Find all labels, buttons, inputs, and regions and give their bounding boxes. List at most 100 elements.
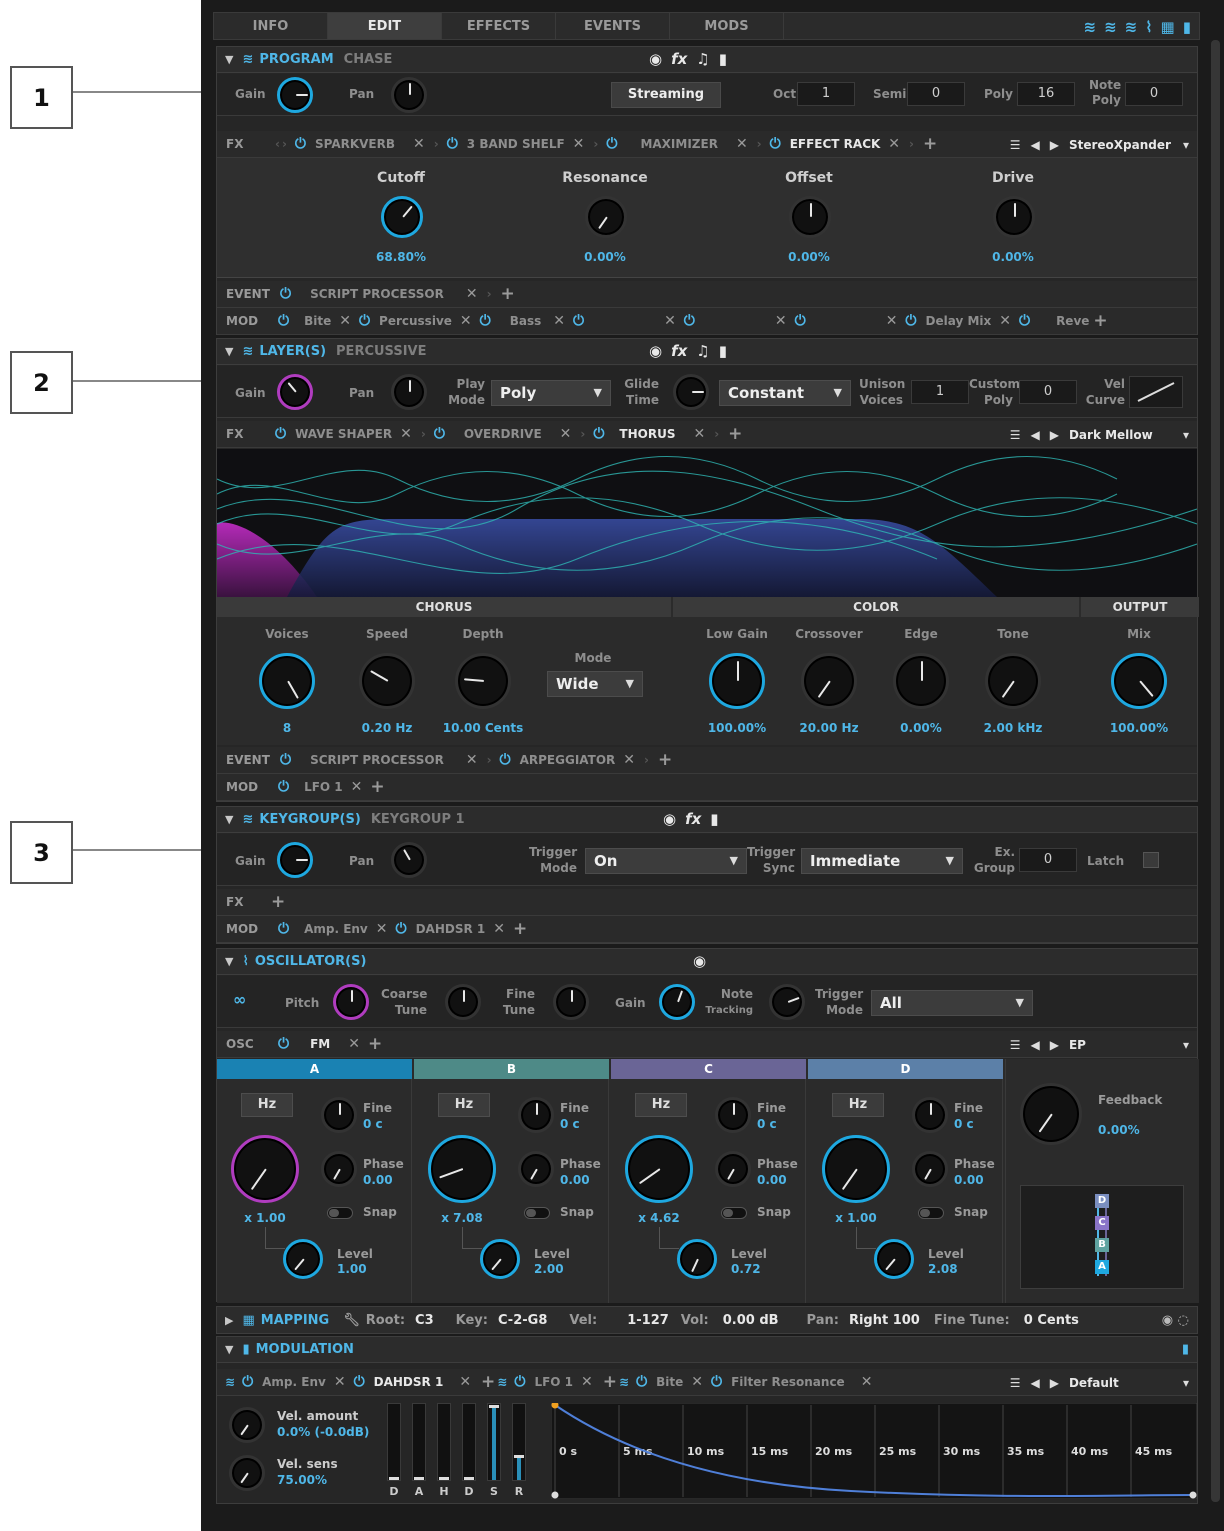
target-icon[interactable]: ◉ (663, 810, 676, 828)
finetune-value[interactable]: 0 Cents (1024, 1313, 1079, 1328)
mod-tab-filter-resonance[interactable]: Filter Resonance (731, 1375, 845, 1389)
slider-thumb[interactable] (439, 1477, 449, 1480)
chevron-down-icon[interactable]: ▾ (1183, 138, 1189, 152)
music-note-icon[interactable]: ♫ (696, 50, 709, 68)
mod-tab-dahdsr-1[interactable]: DAHDSR 1 (374, 1375, 444, 1389)
eye-icon[interactable]: ◉ ◌ (1162, 1313, 1189, 1328)
power-icon[interactable]: ⏻ (636, 1374, 647, 1390)
phase-knob[interactable] (518, 1151, 554, 1187)
collapse-icon[interactable]: ▼ (225, 1343, 233, 1356)
mod-slot-bite[interactable]: Bite (304, 314, 331, 328)
level-knob[interactable] (677, 1239, 717, 1279)
gain-knob[interactable] (277, 77, 313, 113)
menu-icon[interactable]: ☰ (1010, 428, 1021, 442)
pan-knob[interactable] (391, 77, 427, 113)
chevron-down-icon[interactable]: ▾ (1183, 1376, 1189, 1390)
power-icon[interactable]: ⏻ (280, 752, 291, 768)
ratio-knob[interactable] (428, 1135, 496, 1203)
add-fx-icon[interactable]: + (728, 424, 742, 444)
wrench-icon[interactable]: 🔧︎ (343, 1313, 360, 1328)
next-icon[interactable]: ▶ (1050, 428, 1059, 442)
prev-icon[interactable]: ◀ (1031, 1376, 1040, 1390)
vel-value[interactable]: 1-127 (627, 1313, 669, 1328)
drive-knob[interactable] (993, 196, 1035, 238)
bars-icon[interactable]: ▮ (1182, 1342, 1189, 1357)
menu-icon[interactable]: ☰ (1010, 138, 1021, 152)
gain-knob[interactable] (277, 842, 313, 878)
snap-toggle[interactable] (327, 1207, 353, 1219)
close-icon[interactable]: ✕ (376, 921, 388, 937)
add-fx-icon[interactable]: + (923, 134, 937, 154)
add-osc-icon[interactable]: + (368, 1034, 382, 1054)
power-icon[interactable]: ⏻ (711, 1374, 722, 1390)
coarse-tune-knob[interactable] (445, 984, 481, 1020)
fx-slot-3-band-shelf[interactable]: 3 BAND SHELF (467, 137, 565, 151)
menu-icon[interactable]: ☰ (1010, 1038, 1021, 1052)
mod-slot-amp-env[interactable]: Amp. Env (304, 922, 368, 936)
phase-knob[interactable] (715, 1151, 751, 1187)
hz-button[interactable]: Hz (635, 1093, 687, 1117)
close-icon[interactable]: ✕ (348, 1036, 360, 1052)
hz-button[interactable]: Hz (438, 1093, 490, 1117)
osc-slot-fm[interactable]: FM (310, 1037, 330, 1051)
power-icon[interactable]: ⏻ (396, 921, 407, 937)
target-icon[interactable]: ◉ (649, 342, 662, 360)
fine-knob[interactable] (518, 1097, 554, 1133)
fine-knob[interactable] (715, 1097, 751, 1133)
phase-knob[interactable] (321, 1151, 357, 1187)
scroll-left-icon[interactable]: ‹ (275, 137, 280, 151)
fine-knob[interactable] (321, 1097, 357, 1133)
hz-button[interactable]: Hz (241, 1093, 293, 1117)
add-icon[interactable]: + (481, 1372, 495, 1392)
prev-icon[interactable]: ◀ (1031, 428, 1040, 442)
osc-gain-knob[interactable] (659, 984, 695, 1020)
bars-icon[interactable]: ▮ (710, 810, 718, 828)
fx-slot-thorus[interactable]: THORUS (619, 427, 675, 441)
fx-slot-effect-rack[interactable]: EFFECT RACK (790, 137, 881, 151)
velcurve-display[interactable] (1129, 376, 1183, 408)
mod-slot-percussive[interactable]: Percussive (379, 314, 452, 328)
fine-tune-knob[interactable] (553, 984, 589, 1020)
add-icon[interactable]: + (603, 1372, 617, 1392)
envelope-slider-6[interactable] (512, 1403, 526, 1481)
note-tracking-knob[interactable] (769, 984, 805, 1020)
ratio-knob[interactable] (822, 1135, 890, 1203)
osc-trigger-mode-select[interactable]: All (871, 990, 1033, 1016)
envelope-slider-3[interactable] (437, 1403, 451, 1481)
slider-thumb[interactable] (489, 1405, 499, 1408)
envelope-node[interactable] (551, 1491, 559, 1499)
close-icon[interactable]: ✕ (691, 1374, 703, 1390)
event-script-processor[interactable]: SCRIPT PROCESSOR (310, 753, 444, 767)
menu-icon[interactable]: ☰ (1010, 1376, 1021, 1390)
streaming-button[interactable]: Streaming (611, 82, 721, 108)
close-icon[interactable]: ✕ (888, 136, 900, 152)
close-icon[interactable]: ✕ (886, 313, 898, 329)
target-icon[interactable]: ◉ (693, 952, 706, 970)
osc-preset-select[interactable]: EP (1069, 1038, 1173, 1052)
close-icon[interactable]: ✕ (736, 136, 748, 152)
fx-slot-maximizer[interactable]: MAXIMIZER (640, 137, 718, 151)
envelope-slider-1[interactable] (387, 1403, 401, 1481)
power-icon[interactable]: ⏻ (795, 313, 806, 329)
bars-icon[interactable]: ▮ (1183, 18, 1191, 36)
add-mod-icon[interactable]: + (370, 777, 384, 797)
event-arpeggiator[interactable]: ARPEGGIATOR (520, 753, 616, 767)
prev-icon[interactable]: ◀ (1031, 138, 1040, 152)
fx-slot-overdrive[interactable]: OVERDRIVE (464, 427, 542, 441)
close-icon[interactable]: ✕ (413, 136, 425, 152)
layers-icon[interactable]: ≋ (1083, 18, 1096, 36)
lowgain-knob[interactable] (709, 653, 765, 709)
power-icon[interactable]: ⏻ (573, 313, 584, 329)
power-icon[interactable]: ⏻ (770, 136, 781, 152)
snap-toggle[interactable] (918, 1207, 944, 1219)
power-icon[interactable]: ⏻ (500, 752, 511, 768)
next-icon[interactable]: ▶ (1050, 1038, 1059, 1052)
unison-field[interactable]: 1 (911, 380, 969, 404)
tab-edit[interactable]: EDIT (328, 13, 442, 39)
close-icon[interactable]: ✕ (623, 752, 635, 768)
operator-header[interactable]: A (217, 1059, 412, 1079)
expand-icon[interactable]: ▶ (225, 1314, 233, 1327)
hz-button[interactable]: Hz (832, 1093, 884, 1117)
envelope-slider-2[interactable] (412, 1403, 426, 1481)
close-icon[interactable]: ✕ (664, 313, 676, 329)
